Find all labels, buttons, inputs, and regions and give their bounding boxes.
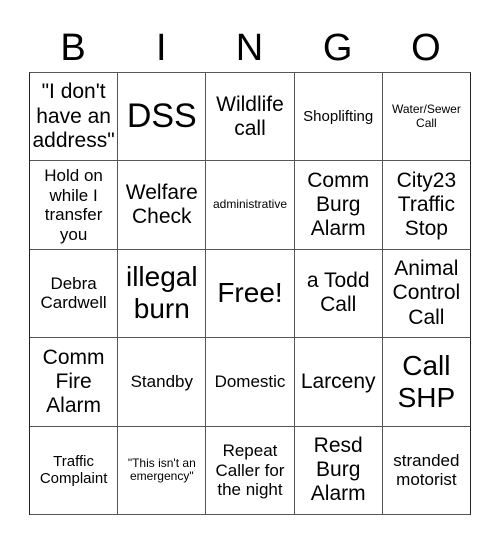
bingo-cell[interactable]: illegal burn bbox=[118, 249, 207, 339]
cell-text: "I don't have an address" bbox=[32, 80, 115, 152]
cell-text: Animal Control Call bbox=[392, 257, 461, 329]
cell-text: Debra Cardwell bbox=[40, 273, 107, 313]
bingo-cell[interactable]: "I don't have an address" bbox=[30, 73, 119, 162]
cell-text: Wildlife call bbox=[216, 92, 284, 140]
bingo-cell[interactable]: Larceny bbox=[294, 338, 383, 427]
cell-text: illegal burn bbox=[125, 261, 198, 325]
header-letter-g: G bbox=[322, 27, 353, 69]
cell-text: DSS bbox=[126, 97, 197, 136]
bingo-cell[interactable]: "This isn't an emergency" bbox=[118, 426, 207, 515]
cell-text: Domestic bbox=[214, 372, 286, 392]
bingo-cell[interactable]: DSS bbox=[118, 73, 207, 162]
cell-text: Comm Fire Alarm bbox=[42, 345, 105, 417]
bingo-cell[interactable]: Standby bbox=[118, 338, 207, 427]
bingo-cell[interactable]: administrative bbox=[206, 161, 295, 250]
cell-text: Call SHP bbox=[397, 349, 456, 413]
cell-text: a Todd Call bbox=[306, 269, 370, 317]
free-space-cell[interactable]: Free! bbox=[206, 249, 295, 339]
cell-text: Shoplifting bbox=[303, 108, 374, 126]
bingo-cell[interactable]: Wildlife call bbox=[206, 73, 295, 162]
cell-text: Comm Burg Alarm bbox=[307, 168, 370, 241]
cell-text: Hold on while I transfer you bbox=[44, 166, 103, 244]
bingo-cell[interactable]: Comm Fire Alarm bbox=[30, 338, 119, 427]
cell-text: stranded motorist bbox=[393, 450, 460, 490]
bingo-cell[interactable]: Debra Cardwell bbox=[30, 249, 119, 339]
bingo-cell[interactable]: stranded motorist bbox=[382, 426, 471, 515]
cell-text: Free! bbox=[217, 277, 283, 309]
cell-text: Traffic Complaint bbox=[39, 453, 108, 488]
header-letter-b: B bbox=[60, 27, 86, 69]
cell-text: Welfare Check bbox=[125, 180, 198, 229]
bingo-board: "I don't have an address" DSS Wildlife c… bbox=[29, 72, 471, 515]
header-letter-i: I bbox=[156, 27, 167, 69]
cell-text: Larceny bbox=[300, 369, 376, 393]
cell-text: Water/Sewer Call bbox=[391, 101, 461, 130]
cell-text: Resd Burg Alarm bbox=[310, 434, 366, 506]
cell-text: Repeat Caller for the night bbox=[215, 440, 285, 500]
bingo-header: B I N G O bbox=[29, 24, 470, 72]
bingo-cell[interactable]: Repeat Caller for the night bbox=[206, 426, 295, 515]
bingo-cell[interactable]: Traffic Complaint bbox=[30, 426, 119, 515]
cell-text: "This isn't an emergency" bbox=[127, 455, 196, 484]
bingo-cell[interactable]: Call SHP bbox=[382, 338, 471, 427]
cell-text: Standby bbox=[130, 372, 193, 392]
bingo-cell[interactable]: Resd Burg Alarm bbox=[294, 426, 383, 515]
bingo-cell[interactable]: a Todd Call bbox=[294, 249, 383, 339]
bingo-cell[interactable]: City23 Traffic Stop bbox=[382, 161, 471, 250]
cell-text: administrative bbox=[212, 197, 287, 212]
header-letter-o: O bbox=[411, 27, 441, 69]
cell-text: City23 Traffic Stop bbox=[396, 168, 457, 241]
header-letter-n: N bbox=[235, 27, 264, 69]
bingo-cell[interactable]: Welfare Check bbox=[118, 161, 207, 250]
bingo-cell[interactable]: Domestic bbox=[206, 338, 295, 427]
bingo-cell[interactable]: Comm Burg Alarm bbox=[294, 161, 383, 250]
bingo-cell[interactable]: Hold on while I transfer you bbox=[30, 161, 119, 250]
bingo-cell[interactable]: Shoplifting bbox=[294, 73, 383, 162]
bingo-cell[interactable]: Animal Control Call bbox=[382, 249, 471, 339]
bingo-cell[interactable]: Water/Sewer Call bbox=[382, 73, 471, 162]
